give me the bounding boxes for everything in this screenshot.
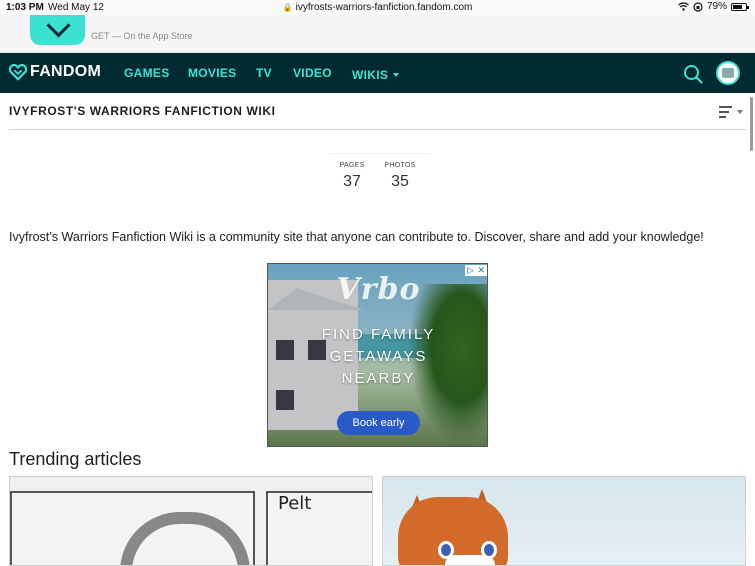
ad-headline-line: NEARBY [341,370,416,387]
pages-label: PAGES [339,162,365,169]
app-store-text: GET — On the App Store [91,31,193,41]
book-early-button[interactable]: Book early [337,411,420,435]
fandom-logo[interactable]: FANDOM [9,63,101,81]
trending-articles-heading: Trending articles [9,449,142,469]
comic-caption: Pelt [278,493,312,514]
lock-icon: 🔒 [282,3,293,12]
nav-wikis-label: WIKIS [352,68,389,82]
ad-headline-line: FIND FAMILY [321,326,436,343]
app-store-banner[interactable]: GET — On the App Store [0,15,755,53]
battery-icon [731,2,749,11]
ad-headline: FIND FAMILY GETAWAYS NEARBY [268,324,487,390]
scrollbar[interactable] [750,97,753,151]
ad-headline-line: GETAWAYS [329,348,428,365]
vrbo-logo: Vrbo [336,272,421,307]
trending-article-card[interactable] [382,476,746,566]
wiki-stats: PAGES 37 PHOTOS 35 [330,153,430,203]
advertisement[interactable]: Vrbo FIND FAMILY GETAWAYS NEARBY Book ea… [267,263,488,447]
menu-icon [719,106,732,121]
wiki-title[interactable]: IVYFROST'S WARRIORS FANFICTION WIKI [9,104,276,118]
status-indicators: 79% [678,1,749,12]
pages-value: 37 [343,173,361,190]
close-icon: ✕ [477,265,485,275]
wiki-menu-button[interactable] [719,105,745,119]
trending-article-card[interactable]: Pelt [9,476,373,566]
photos-label: PHOTOS [384,162,416,169]
user-avatar[interactable] [716,61,740,85]
nav-wikis[interactable]: WIKIS [352,66,400,84]
fandom-heart-icon [9,63,27,81]
status-bar: 1:03 PM Wed May 12 🔒 ivyfrosts-warriors-f… [0,0,755,15]
address-url: ivyfrosts-warriors-fanfiction.fandom.com [295,2,473,13]
search-icon[interactable] [683,64,703,84]
chevron-down-icon [393,72,400,77]
ad-choices-icon[interactable]: ▷ ✕ [465,265,487,276]
address-bar[interactable]: 🔒 ivyfrosts-warriors-fanfiction.fandom.co… [0,2,755,13]
adchoices-icon: ▷ [467,265,474,275]
pages-stat[interactable]: PAGES 37 [336,162,368,191]
wiki-description: Ivyfrost’s Warriors Fanfiction Wiki is a… [9,230,704,244]
orientation-lock-icon [693,1,703,12]
photos-stat[interactable]: PHOTOS 35 [382,162,418,191]
fandom-app-icon [30,15,85,45]
nav-games[interactable]: GAMES [124,66,170,80]
nav-movies[interactable]: MOVIES [188,66,236,80]
fandom-wordmark: FANDOM [30,63,102,80]
battery-percent: 79% [706,1,727,12]
wiki-header: IVYFROST'S WARRIORS FANFICTION WIKI [9,93,746,130]
nav-video[interactable]: VIDEO [293,66,332,80]
chevron-down-icon [737,110,743,114]
fandom-global-nav: FANDOM GAMES MOVIES TV VIDEO WIKIS [0,53,755,93]
wifi-icon [678,2,689,11]
nav-tv[interactable]: TV [256,66,272,80]
photos-value: 35 [391,173,409,190]
